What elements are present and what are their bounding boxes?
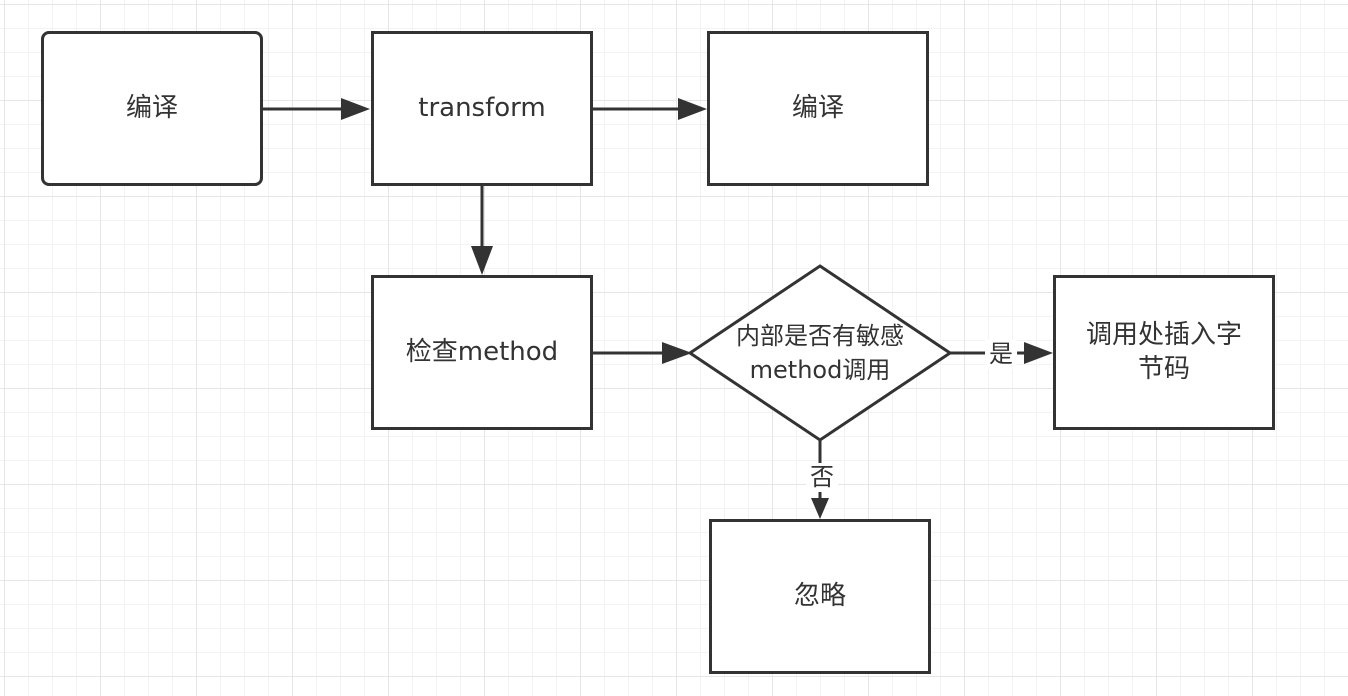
node-ignore: 忽略 — [709, 519, 931, 674]
node-compile-start-label: 编译 — [125, 92, 178, 123]
node-check-method: 检查method — [371, 275, 593, 430]
edge-transform-to-compile — [593, 98, 707, 120]
node-insert-bytecode-label: 调用处插入字节码 — [1085, 319, 1242, 384]
edge-transform-to-check-method — [471, 186, 493, 275]
node-compile-start: 编译 — [41, 31, 263, 186]
edge-label-no: 否 — [806, 463, 838, 492]
edge-label-yes: 是 — [985, 340, 1017, 369]
node-insert-bytecode: 调用处插入字节码 — [1053, 275, 1275, 430]
node-transform: transform — [371, 31, 593, 186]
edge-check-method-to-decision — [593, 342, 692, 364]
edge-compile-to-transform — [263, 98, 370, 120]
flowchart-canvas: 编译 transform 编译 检查method 内部是否有敏感method调用… — [0, 0, 1348, 696]
node-check-method-label: 检查method — [405, 336, 559, 367]
node-transform-label: transform — [418, 92, 546, 123]
node-compile-end-label: 编译 — [791, 92, 844, 123]
node-compile-end: 编译 — [707, 31, 929, 186]
decision-label: 内部是否有敏感method调用 — [736, 322, 904, 384]
node-ignore-label: 忽略 — [793, 580, 846, 611]
